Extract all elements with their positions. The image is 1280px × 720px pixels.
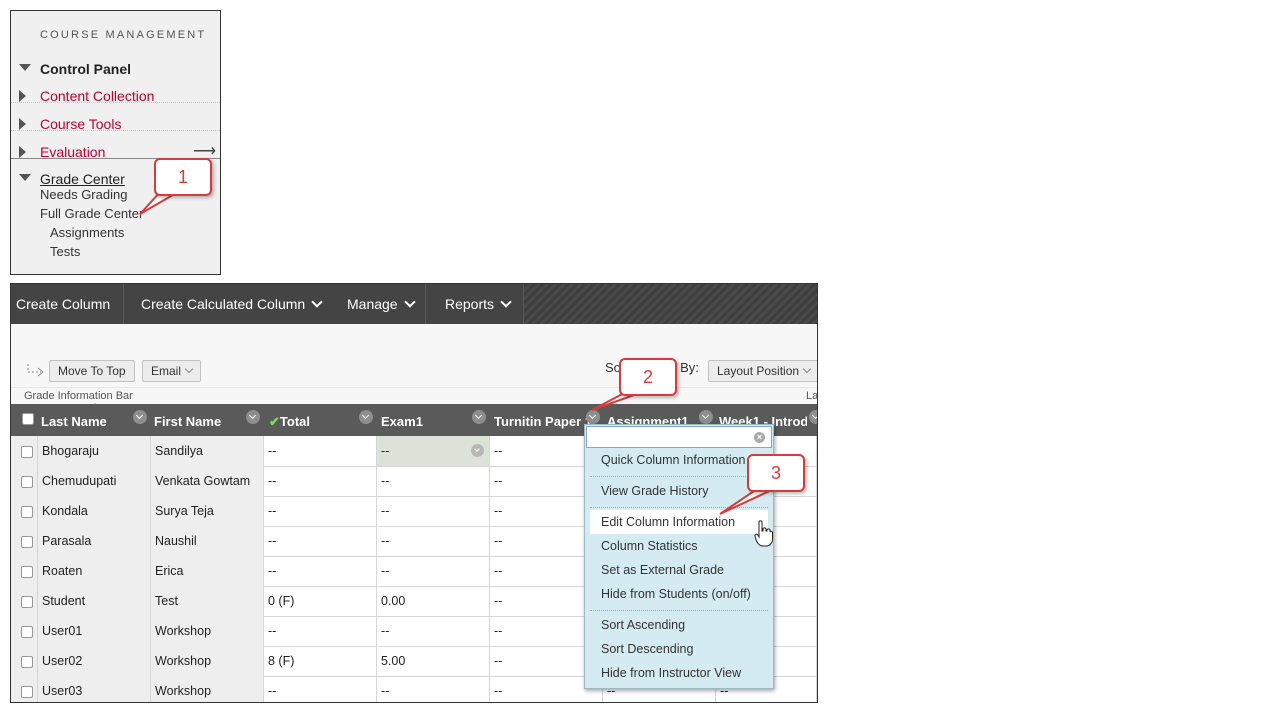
callout-2: 2 (619, 358, 677, 396)
callout-1: 1 (154, 158, 212, 196)
callout-3: 3 (747, 454, 805, 492)
